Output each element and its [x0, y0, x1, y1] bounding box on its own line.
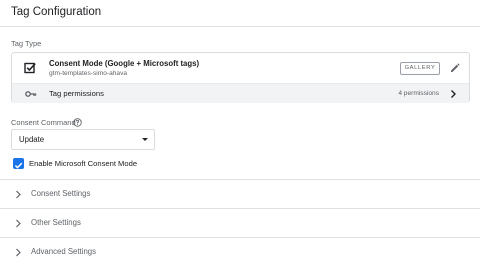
consent-command-label: Consent Command [11, 118, 76, 127]
help-icon[interactable] [73, 118, 82, 127]
checkmark-icon [14, 162, 23, 169]
microsoft-consent-checkbox[interactable] [13, 158, 24, 169]
section-label: Advanced Settings [31, 247, 97, 256]
section-label: Other Settings [31, 218, 81, 227]
section-advanced-settings[interactable]: Advanced Settings [0, 237, 480, 266]
tag-type-label: Tag Type [11, 39, 42, 48]
consent-command-select[interactable]: Update [11, 129, 155, 150]
chevron-right-icon [16, 248, 21, 257]
dropdown-caret-icon [142, 138, 148, 141]
gallery-button[interactable]: GALLERY [400, 62, 440, 75]
section-other-settings[interactable]: Other Settings [0, 208, 480, 237]
key-icon [25, 91, 37, 97]
section-consent-settings[interactable]: Consent Settings [0, 179, 480, 208]
tag-permissions-label: Tag permissions [49, 89, 104, 98]
tag-template-name: Consent Mode (Google + Microsoft tags) [49, 59, 200, 68]
tag-permissions-row[interactable]: Tag permissions 4 permissions [12, 83, 469, 103]
chevron-right-icon [16, 219, 21, 228]
page-title: Tag Configuration [11, 6, 102, 18]
microsoft-consent-label[interactable]: Enable Microsoft Consent Mode [29, 159, 137, 168]
consent-command-value: Update [19, 135, 45, 144]
header: Tag Configuration [0, 0, 480, 27]
chevron-right-icon[interactable] [448, 89, 458, 99]
pencil-icon[interactable] [449, 62, 461, 74]
chevron-right-icon [16, 190, 21, 199]
tag-type-card[interactable]: Consent Mode (Google + Microsoft tags) g… [11, 52, 470, 103]
tag-permissions-count: 4 permissions [398, 90, 439, 97]
tag-type-row[interactable]: Consent Mode (Google + Microsoft tags) g… [12, 53, 469, 83]
check-box-icon [24, 62, 36, 74]
tag-template-source: gtm-templates-simo-ahava [49, 70, 128, 77]
section-label: Consent Settings [31, 189, 91, 198]
